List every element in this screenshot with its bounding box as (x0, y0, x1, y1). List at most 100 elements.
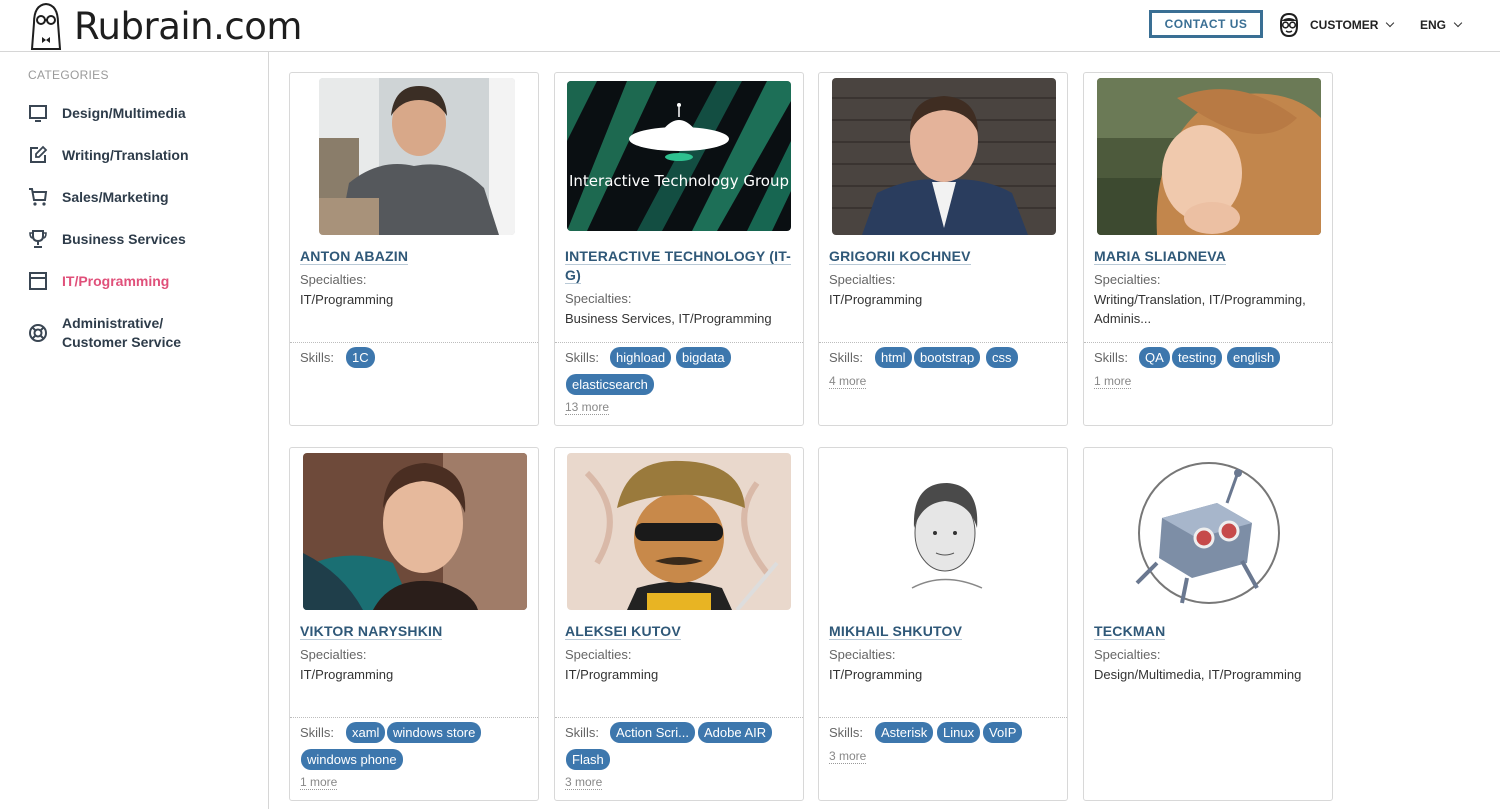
specialties-label: Specialties: (1094, 647, 1161, 662)
skill-tag[interactable]: elasticsearch (566, 374, 654, 395)
freelancer-card[interactable]: GRIGORII KOCHNEV Specialties: IT/Program… (818, 72, 1068, 426)
skill-tag[interactable]: QA (1139, 347, 1170, 368)
sidebar-item-writing-translation[interactable]: Writing/Translation (28, 145, 189, 165)
freelancer-name[interactable]: ANTON ABAZIN (300, 247, 528, 266)
header: Rubrain.com CONTACT US CUSTOMER ENG (0, 0, 1500, 52)
sidebar-item-label: Sales/Marketing (62, 189, 169, 205)
more-skills-link[interactable]: 3 more (829, 749, 867, 764)
logo-mascot-icon (30, 2, 62, 50)
freelancer-card[interactable]: ANTON ABAZIN Specialties: IT/Programming… (289, 72, 539, 426)
more-skills-link[interactable]: 4 more (829, 374, 867, 389)
skill-tag[interactable]: Adobe AIR (698, 722, 773, 743)
freelancer-card[interactable]: Interactive Technology Group INTERACTIVE… (554, 72, 804, 426)
skills-label: Skills: (300, 725, 334, 740)
skill-tag[interactable]: html (875, 347, 912, 368)
sidebar-item-label: IT/Programming (62, 273, 170, 289)
freelancer-name[interactable]: GRIGORII KOCHNEV (829, 247, 1057, 266)
divider (555, 342, 803, 343)
company-logo[interactable] (1097, 453, 1321, 610)
specialties-value: Design/Multimedia, IT/Programming (1094, 667, 1302, 682)
skill-tag[interactable]: Flash (566, 749, 610, 770)
freelancer-name[interactable]: INTERACTIVE TECHNOLOGY (IT-G) (565, 247, 793, 285)
freelancer-card[interactable]: TECKMAN Specialties: Design/Multimedia, … (1083, 447, 1333, 801)
monitor-icon (29, 105, 47, 122)
sidebar: CATEGORIES Design/Multimedia Writing/Tra… (0, 52, 269, 809)
divider (555, 717, 803, 718)
chevron-down-icon (1386, 18, 1395, 28)
logo-text: Interactive Technology Group (569, 172, 789, 190)
sidebar-item-label: Administrative/ Customer Service (62, 315, 182, 350)
sidebar-item-it-programming[interactable]: IT/Programming (28, 272, 169, 291)
skill-tag[interactable]: testing (1172, 347, 1223, 368)
freelancer-name[interactable]: MARIA SLIADNEVA (1094, 247, 1322, 266)
divider (290, 717, 538, 718)
freelancer-card[interactable]: MIKHAIL SHKUTOV Specialties: IT/Programm… (818, 447, 1068, 801)
sidebar-item-label: Design/Multimedia (62, 105, 186, 121)
freelancer-name[interactable]: VIKTOR NARYSHKIN (300, 622, 528, 641)
profile-photo[interactable] (1097, 78, 1321, 235)
specialties-label: Specialties: (300, 647, 367, 662)
customer-menu[interactable]: CUSTOMER (1278, 11, 1395, 39)
more-skills-link[interactable]: 13 more (565, 400, 610, 415)
specialties-label: Specialties: (565, 291, 632, 306)
freelancer-name[interactable]: ALEKSEI KUTOV (565, 622, 793, 641)
freelancer-name[interactable]: TECKMAN (1094, 622, 1322, 641)
specialties-value: Writing/Translation, IT/Programming, Adm… (1094, 292, 1306, 326)
company-logo[interactable]: Interactive Technology Group (567, 81, 791, 231)
customer-avatar-icon (1280, 12, 1298, 38)
specialties-value: IT/Programming (829, 667, 923, 682)
specialties-label: Specialties: (1094, 272, 1161, 287)
sidebar-item-administrative-customer-service[interactable]: Administrative/ Customer Service (28, 314, 198, 352)
specialties-value: IT/Programming (565, 667, 659, 682)
freelancer-name[interactable]: MIKHAIL SHKUTOV (829, 622, 1057, 641)
freelancer-card[interactable]: MARIA SLIADNEVA Specialties: Writing/Tra… (1083, 72, 1333, 426)
specialties-value: Business Services, IT/Programming (565, 311, 772, 326)
divider (819, 342, 1067, 343)
profile-photo[interactable] (832, 453, 1056, 610)
divider (1084, 342, 1332, 343)
skill-tag[interactable]: windows store (387, 722, 482, 743)
customer-label: CUSTOMER (1310, 18, 1379, 32)
sidebar-item-design-multimedia[interactable]: Design/Multimedia (28, 104, 186, 123)
freelancer-card[interactable]: ALEKSEI KUTOV Specialties: IT/Programmin… (554, 447, 804, 801)
skill-tag[interactable]: css (986, 347, 1018, 368)
freelancer-card[interactable]: VIKTOR NARYSHKIN Specialties: IT/Program… (289, 447, 539, 801)
specialties-label: Specialties: (829, 272, 896, 287)
skill-tag[interactable]: highload (610, 347, 672, 368)
skill-tag[interactable]: VoIP (983, 722, 1023, 743)
edit-icon (30, 145, 48, 163)
skill-tag[interactable]: bigdata (676, 347, 731, 368)
cart-icon (29, 188, 48, 206)
skill-tag[interactable]: english (1227, 347, 1281, 368)
profile-photo[interactable] (832, 78, 1056, 235)
profile-photo[interactable] (567, 453, 791, 610)
skill-tag[interactable]: xaml (346, 722, 386, 743)
skill-tag[interactable]: windows phone (301, 749, 403, 770)
logo[interactable]: Rubrain.com (28, 0, 302, 52)
skill-tag[interactable]: Asterisk (875, 722, 934, 743)
specialties-value: IT/Programming (829, 292, 923, 307)
language-selector[interactable]: ENG (1420, 11, 1463, 39)
categories-title: CATEGORIES (28, 68, 109, 82)
skill-tag[interactable]: Action Scri... (610, 722, 695, 743)
more-skills-link[interactable]: 3 more (565, 775, 603, 790)
skill-tag[interactable]: Linux (937, 722, 981, 743)
skill-tag[interactable]: 1C (346, 347, 375, 368)
contact-us-button[interactable]: CONTACT US (1149, 10, 1263, 38)
sidebar-item-label: Writing/Translation (62, 147, 189, 163)
specialties-label: Specialties: (300, 272, 367, 287)
skill-tag[interactable]: bootstrap (914, 347, 981, 368)
sidebar-item-sales-marketing[interactable]: Sales/Marketing (28, 188, 169, 207)
profile-photo[interactable] (319, 78, 515, 235)
skills-label: Skills: (829, 350, 863, 365)
specialties-value: IT/Programming (300, 292, 394, 307)
divider (819, 717, 1067, 718)
specialties-value: IT/Programming (300, 667, 394, 682)
sidebar-item-business-services[interactable]: Business Services (28, 230, 186, 249)
more-skills-link[interactable]: 1 more (300, 775, 338, 790)
window-icon (29, 272, 47, 290)
divider (290, 342, 538, 343)
chevron-down-icon (1453, 18, 1463, 28)
more-skills-link[interactable]: 1 more (1094, 374, 1132, 389)
profile-photo[interactable] (303, 453, 527, 610)
